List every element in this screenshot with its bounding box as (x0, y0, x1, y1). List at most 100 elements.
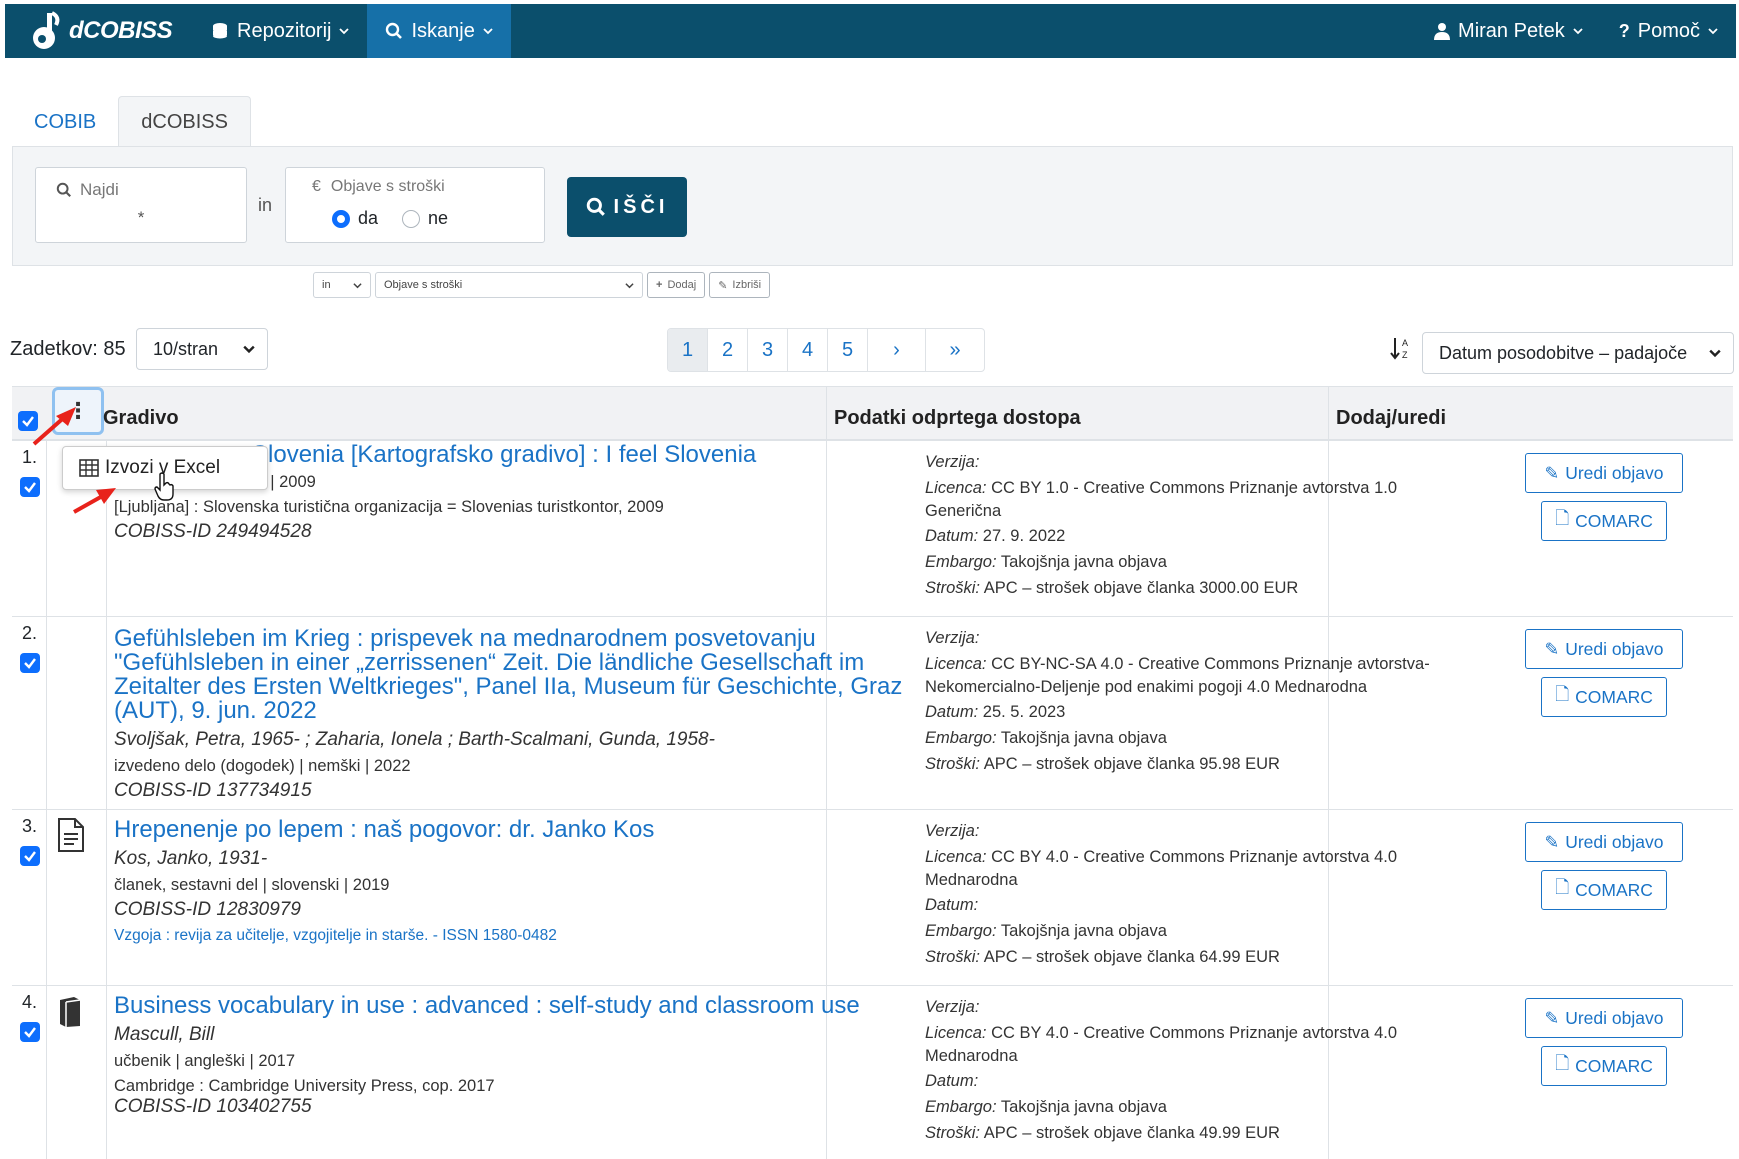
euro-icon: € (312, 178, 321, 195)
page-3[interactable]: 3 (748, 329, 788, 371)
record-title[interactable]: Business vocabulary in use : advanced : … (114, 992, 860, 1019)
hand-cursor-icon (154, 472, 174, 501)
sort-az-icon: AZ (1390, 336, 1412, 366)
annotation-arrow-icon (32, 407, 76, 446)
edit-publication-button[interactable]: ✎ Uredi objavo (1525, 822, 1683, 862)
chevron-down-icon (339, 28, 350, 35)
tab-cobib[interactable]: COBIB (12, 96, 118, 148)
oa-info: Verzija: Licenca: CC BY 1.0 - Creative C… (925, 453, 1398, 597)
find-label: Najdi (80, 180, 119, 199)
chevron-down-icon (353, 282, 362, 288)
record-title[interactable]: Hrepenenje po lepem : naš pogovor: dr. J… (114, 816, 654, 843)
article-document-icon (56, 818, 86, 857)
row-checkbox[interactable] (20, 653, 40, 673)
results-table: ⋮ Gradivo Podatki odprtega dostopa Dodaj… (12, 386, 1733, 1159)
file-icon: 🗋 (1555, 877, 1570, 897)
col-header-actions: Dodaj/uredi (1336, 407, 1447, 429)
cost-filter-label: Objave s stroški (330, 178, 445, 195)
find-field[interactable]: Najdi * (35, 167, 247, 243)
page-2[interactable]: 2 (708, 329, 748, 371)
nav-help-menu[interactable]: ? Pomoč (1601, 4, 1736, 58)
nav-iskanje[interactable]: Iskanje (367, 4, 511, 58)
chevron-down-icon (1709, 349, 1721, 358)
remove-condition-button[interactable]: ✎ Izbriši (709, 272, 771, 298)
chevron-down-icon (1573, 28, 1583, 35)
check-icon (24, 1027, 36, 1038)
sort-select[interactable]: Datum posodobitve – padajoče (1422, 332, 1734, 374)
tab-dcobiss[interactable]: dCOBISS (118, 96, 251, 148)
file-icon: 🗋 (1555, 508, 1570, 528)
user-name: Miran Petek (1458, 19, 1565, 42)
col-header-material: Gradivo (103, 407, 179, 429)
edit-publication-button[interactable]: ✎ Uredi objavo (1525, 453, 1683, 493)
svg-text:A: A (1402, 338, 1408, 348)
field-select[interactable]: Objave s stroški (375, 272, 643, 298)
per-page-select[interactable]: 10/stran (136, 328, 268, 370)
record-meta: učbenik | angleški | 2017 (114, 1052, 296, 1070)
annotation-arrow-icon (73, 488, 116, 514)
row-checkbox[interactable] (20, 1022, 40, 1042)
page-4[interactable]: 4 (788, 329, 828, 371)
brand-name: dCOBISS (69, 17, 173, 44)
record-title[interactable]: Slovenia [Kartografsko gradivo] : I feel… (252, 441, 756, 468)
page-1[interactable]: 1 (668, 329, 708, 371)
chevron-down-icon (243, 345, 255, 354)
find-value: * (137, 208, 145, 227)
record-title[interactable]: Gefühlsleben im Krieg : prispevek na med… (114, 625, 902, 724)
add-condition-button[interactable]: + Dodaj (647, 272, 706, 298)
record-meta: izvedeno delo (dogodek) | nemški | 2022 (114, 757, 411, 775)
record-authors: Svoljšak, Petra, 1965- ; Zaharia, Ionela… (114, 729, 715, 750)
table-row: 1. Slovenia [Kartografsko gradivo] : I f… (12, 441, 1733, 617)
table-row: 3. Hrepenenje po lepem : naš pogovor: dr… (12, 810, 1733, 986)
row-checkbox[interactable] (20, 477, 40, 497)
comarc-button[interactable]: 🗋 COMARC (1541, 501, 1667, 541)
edit-publication-button[interactable]: ✎ Uredi objavo (1525, 629, 1683, 669)
page-last[interactable]: » (926, 329, 984, 371)
brand-logo[interactable]: dCOBISS (5, 11, 193, 51)
record-cobiss-id: COBISS-ID 137734915 (114, 780, 312, 801)
record-cobiss-id: COBISS-ID 249494528 (114, 521, 312, 542)
file-icon: 🗋 (1555, 684, 1570, 704)
record-cobiss-id: COBISS-ID 103402755 (114, 1096, 312, 1117)
pencil-icon: ✎ (1544, 1007, 1560, 1028)
oa-info: Verzija: Licenca: CC BY-NC-SA 4.0 - Crea… (925, 629, 1430, 773)
chevron-down-icon (1708, 28, 1718, 35)
operator-select[interactable]: in (313, 272, 371, 298)
edit-publication-button[interactable]: ✎ Uredi objavo (1525, 998, 1683, 1038)
plus-icon: + (656, 279, 663, 291)
nav-iskanje-label: Iskanje (411, 19, 475, 42)
pencil-icon: ✎ (1544, 462, 1560, 483)
nav-repozitorij-label: Repozitorij (237, 19, 332, 42)
row-checkbox[interactable] (20, 846, 40, 866)
check-icon (24, 851, 36, 862)
pencil-icon: ✎ (1544, 831, 1560, 852)
record-publisher: Cambridge : Cambridge University Press, … (114, 1077, 495, 1095)
record-authors: Kos, Janko, 1931- (114, 848, 268, 869)
search-panel: Najdi * in € Objave s stroški da ne IŠČI (12, 146, 1733, 266)
radio-cost-no[interactable]: ne (402, 208, 448, 229)
comarc-button[interactable]: 🗋 COMARC (1541, 677, 1667, 717)
check-icon (24, 482, 36, 493)
check-icon (24, 658, 36, 669)
page-next[interactable]: › (868, 329, 926, 371)
book-icon (56, 996, 84, 1033)
page-5[interactable]: 5 (828, 329, 868, 371)
top-navbar: dCOBISS Repozitorij Iskanje Miran Petek … (5, 4, 1736, 58)
record-meta: članek, sestavni del | slovenski | 2019 (114, 876, 390, 894)
record-authors: Mascull, Bill (114, 1024, 215, 1045)
col-header-oa: Podatki odprtega dostopa (834, 407, 1081, 429)
in-operator-label: in (258, 195, 273, 215)
search-icon (586, 197, 605, 216)
nav-repozitorij[interactable]: Repozitorij (193, 4, 367, 58)
comarc-button[interactable]: 🗋 COMARC (1541, 870, 1667, 910)
advanced-filter-row: in Objave s stroški + Dodaj ✎ Izbriši (313, 272, 771, 298)
search-button[interactable]: IŠČI (567, 177, 687, 237)
pagination: 1 2 3 4 5 › » (667, 328, 985, 372)
nav-user-menu[interactable]: Miran Petek (1416, 4, 1601, 58)
radio-cost-yes[interactable]: da (332, 208, 378, 229)
record-source-link[interactable]: Vzgoja : revija za učitelje, vzgojitelje… (114, 927, 914, 945)
comarc-button[interactable]: 🗋 COMARC (1541, 1046, 1667, 1086)
record-publisher: [Ljubljana] : Slovenska turistična organ… (114, 498, 664, 516)
eraser-icon: ✎ (718, 279, 728, 292)
row-number: 4. (22, 992, 38, 1012)
